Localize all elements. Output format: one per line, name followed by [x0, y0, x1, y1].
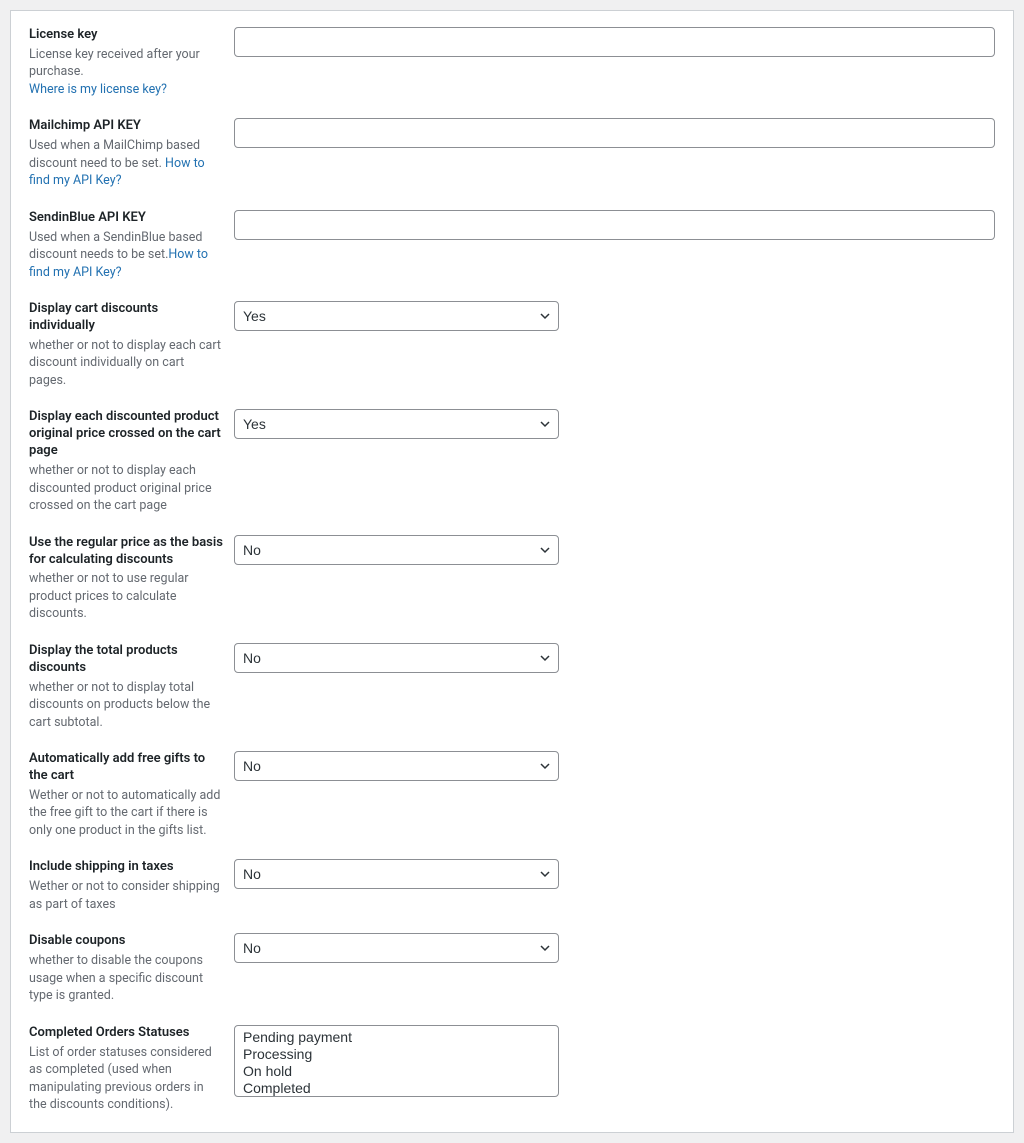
status-option[interactable]: Pending payment	[243, 1029, 550, 1046]
auto-add-gifts-desc: Wether or not to automatically add the f…	[29, 787, 224, 840]
include-shipping-taxes-select[interactable]: No	[234, 859, 559, 889]
auto-add-gifts-select[interactable]: No	[234, 751, 559, 781]
display-cart-discounts-select[interactable]: Yes	[234, 301, 559, 331]
include-shipping-taxes-label: Include shipping in taxes	[29, 859, 224, 876]
include-shipping-taxes-desc: Wether or not to consider shipping as pa…	[29, 878, 224, 913]
use-regular-price-select[interactable]: No	[234, 535, 559, 565]
display-cart-discounts-label: Display cart discounts individually	[29, 301, 224, 335]
mailchimp-api-label: Mailchimp API KEY	[29, 118, 224, 135]
license-key-input[interactable]	[234, 27, 995, 57]
display-crossed-price-select[interactable]: Yes	[234, 409, 559, 439]
completed-orders-statuses-desc: List of order statuses considered as com…	[29, 1044, 224, 1114]
license-key-desc: License key received after your purchase…	[29, 46, 224, 99]
row-mailchimp-api: Mailchimp API KEY Used when a MailChimp …	[19, 108, 1005, 199]
sendinblue-api-desc: Used when a SendinBlue based discount ne…	[29, 229, 224, 282]
row-use-regular-price: Use the regular price as the basis for c…	[19, 525, 1005, 633]
settings-panel: License key License key received after y…	[10, 10, 1014, 1133]
use-regular-price-desc: whether or not to use regular product pr…	[29, 570, 224, 623]
row-include-shipping-taxes: Include shipping in taxes Wether or not …	[19, 849, 1005, 923]
mailchimp-api-input[interactable]	[234, 118, 995, 148]
display-total-discounts-desc: whether or not to display total discount…	[29, 679, 224, 732]
disable-coupons-label: Disable coupons	[29, 933, 224, 950]
license-key-label: License key	[29, 27, 224, 44]
display-cart-discounts-desc: whether or not to display each cart disc…	[29, 337, 224, 390]
status-option[interactable]: Completed	[243, 1080, 550, 1097]
auto-add-gifts-label: Automatically add free gifts to the cart	[29, 751, 224, 785]
row-sendinblue-api: SendinBlue API KEY Used when a SendinBlu…	[19, 200, 1005, 291]
completed-orders-statuses-label: Completed Orders Statuses	[29, 1025, 224, 1042]
row-display-total-discounts: Display the total products discounts whe…	[19, 633, 1005, 741]
disable-coupons-desc: whether to disable the coupons usage whe…	[29, 952, 224, 1005]
completed-orders-statuses-list[interactable]: Pending paymentProcessingOn holdComplete…	[234, 1025, 559, 1097]
status-option[interactable]: Processing	[243, 1046, 550, 1063]
row-completed-orders-statuses: Completed Orders Statuses List of order …	[19, 1015, 1005, 1124]
license-key-link[interactable]: Where is my license key?	[29, 82, 167, 97]
row-auto-add-gifts: Automatically add free gifts to the cart…	[19, 741, 1005, 849]
sendinblue-api-label: SendinBlue API KEY	[29, 210, 224, 227]
display-crossed-price-label: Display each discounted product original…	[29, 409, 224, 460]
mailchimp-api-desc: Used when a MailChimp based discount nee…	[29, 137, 224, 190]
disable-coupons-select[interactable]: No	[234, 933, 559, 963]
display-total-discounts-label: Display the total products discounts	[29, 643, 224, 677]
sendinblue-api-input[interactable]	[234, 210, 995, 240]
display-crossed-price-desc: whether or not to display each discounte…	[29, 462, 224, 515]
row-display-cart-discounts: Display cart discounts individually whet…	[19, 291, 1005, 399]
display-total-discounts-select[interactable]: No	[234, 643, 559, 673]
settings-form-table: License key License key received after y…	[19, 17, 1005, 1124]
use-regular-price-label: Use the regular price as the basis for c…	[29, 535, 224, 569]
row-disable-coupons: Disable coupons whether to disable the c…	[19, 923, 1005, 1014]
status-option[interactable]: On hold	[243, 1063, 550, 1080]
row-display-crossed-price: Display each discounted product original…	[19, 399, 1005, 524]
row-license-key: License key License key received after y…	[19, 17, 1005, 108]
